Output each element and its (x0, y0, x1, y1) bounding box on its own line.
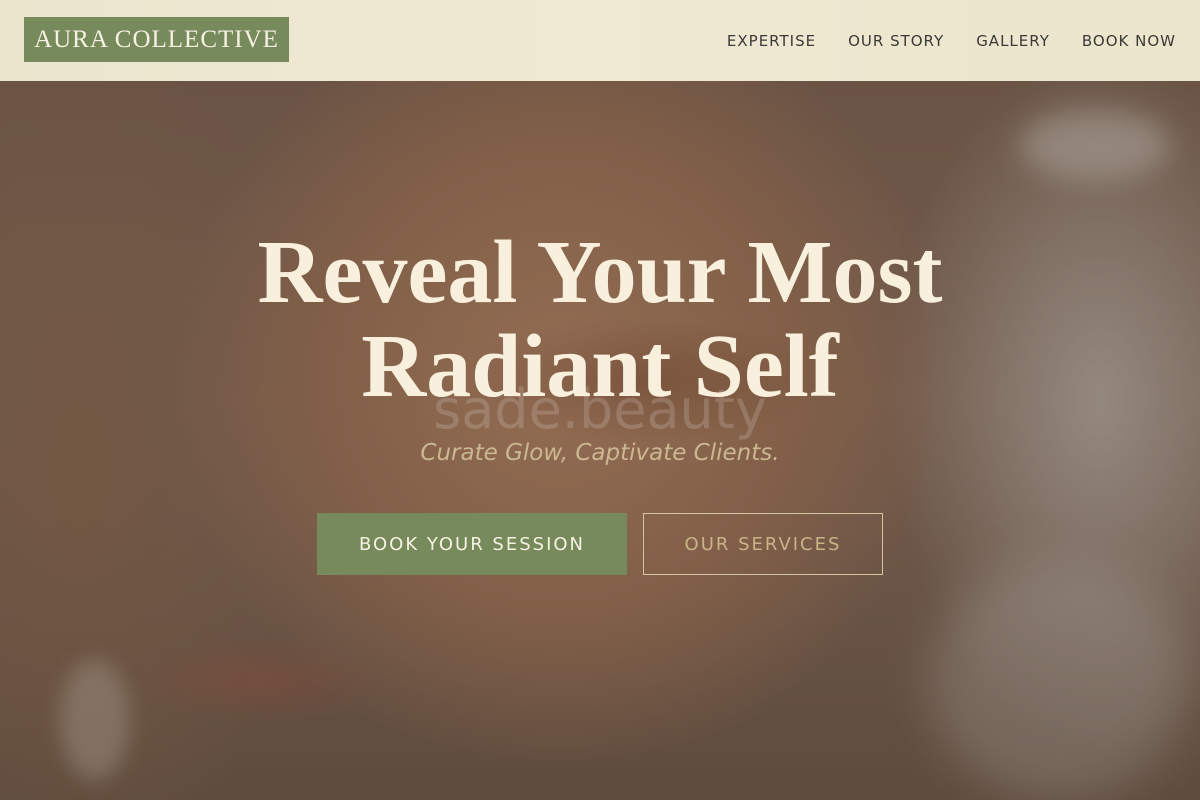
hero-headline: Reveal Your Most Radiant Self (0, 226, 1200, 414)
hero-headline-line-1: Reveal Your Most (257, 223, 943, 322)
our-services-button[interactable]: OUR SERVICES (643, 513, 883, 575)
nav-link-book-now[interactable]: BOOK NOW (1082, 32, 1176, 50)
nav-link-expertise[interactable]: EXPERTISE (727, 32, 816, 50)
hero-headline-line-2: Radiant Self (361, 317, 839, 416)
main-nav: EXPERTISE OUR STORY GALLERY BOOK NOW (727, 0, 1176, 81)
site-header: AURA COLLECTIVE EXPERTISE OUR STORY GALL… (0, 0, 1200, 81)
nav-link-gallery[interactable]: GALLERY (976, 32, 1050, 50)
brand-logo[interactable]: AURA COLLECTIVE (24, 17, 289, 62)
book-session-button[interactable]: BOOK YOUR SESSION (317, 513, 627, 575)
nav-link-our-story[interactable]: OUR STORY (848, 32, 944, 50)
hero-tagline: Curate Glow, Captivate Clients. (420, 440, 780, 466)
brand-name: AURA COLLECTIVE (34, 25, 279, 53)
